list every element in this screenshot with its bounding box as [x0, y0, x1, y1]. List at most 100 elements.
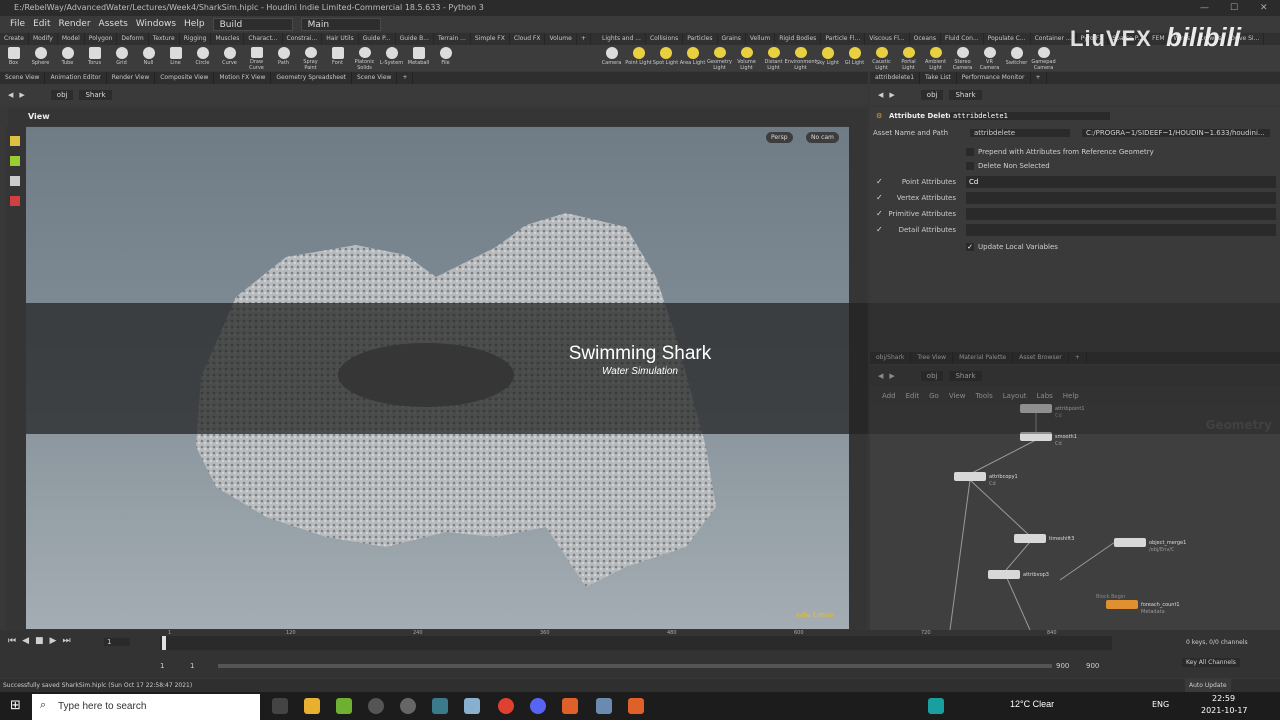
- shelf-tab[interactable]: Simple FX: [471, 33, 510, 45]
- shelf-tool-button[interactable]: Metaball: [405, 45, 432, 71]
- shelf-tool-button[interactable]: Font: [324, 45, 351, 71]
- rotate-tool-icon[interactable]: [10, 176, 20, 186]
- shelf-tab[interactable]: Guide P...: [359, 33, 396, 45]
- language-indicator[interactable]: ENG: [1152, 700, 1169, 709]
- shelf-tool-button[interactable]: Geometry Light: [706, 45, 733, 71]
- playback-end-field[interactable]: 900: [1056, 662, 1069, 670]
- shelf-tab[interactable]: Guide B...: [396, 33, 434, 45]
- shelf-tab[interactable]: Particle Fl...: [821, 33, 866, 45]
- attribute-pattern-field[interactable]: [966, 192, 1276, 204]
- path-node[interactable]: Shark: [79, 90, 112, 100]
- shelf-tab[interactable]: Muscles: [211, 33, 245, 45]
- task-view-icon[interactable]: [272, 698, 288, 714]
- shelf-tool-button[interactable]: Box: [0, 45, 27, 71]
- clock-time[interactable]: 22:59: [1212, 694, 1235, 703]
- shelf-tool-button[interactable]: Spot Light: [652, 45, 679, 71]
- network-node[interactable]: attribvop3: [988, 570, 1049, 585]
- pane-tab[interactable]: attribdelete1: [870, 72, 921, 84]
- asset-path-field[interactable]: C:/PROGRA~1/SIDEEF~1/HOUDIN~1.633/houdin…: [1082, 129, 1270, 137]
- current-frame-field[interactable]: 1: [104, 638, 130, 646]
- shelf-tab[interactable]: Deform: [117, 33, 149, 45]
- discord-icon[interactable]: [530, 698, 546, 714]
- app-icon[interactable]: [400, 698, 416, 714]
- shelf-tool-button[interactable]: Gamepad Camera: [1030, 45, 1057, 71]
- jump-start-icon[interactable]: ⏮: [8, 636, 16, 646]
- network-node[interactable]: object_merge1/obj/Env/C: [1114, 538, 1186, 553]
- scale-tool-icon[interactable]: [10, 196, 20, 206]
- build-desktop-button[interactable]: Build: [212, 17, 293, 31]
- camera-menu[interactable]: No cam: [806, 132, 839, 143]
- houdini-icon[interactable]: [628, 698, 644, 714]
- path-root[interactable]: obj: [50, 90, 74, 100]
- shelf-tool-button[interactable]: Sky Light: [814, 45, 841, 71]
- pane-tab[interactable]: Scene View: [352, 72, 398, 84]
- playback-start-field[interactable]: 1: [190, 662, 194, 670]
- shelf-tool-button[interactable]: VR Camera: [976, 45, 1003, 71]
- file-explorer-icon[interactable]: [304, 698, 320, 714]
- forward-arrow-icon[interactable]: ▶: [19, 91, 24, 99]
- shelf-tab[interactable]: Cloud FX: [510, 33, 546, 45]
- pane-tab[interactable]: Composite View: [155, 72, 215, 84]
- app-icon[interactable]: [596, 698, 612, 714]
- network-canvas[interactable]: Geometry attribpoint1 Cd smooth1 Cd attribco…: [870, 404, 1280, 630]
- shelf-tool-button[interactable]: Stereo Camera: [949, 45, 976, 71]
- shelf-tab[interactable]: Populate C...: [984, 33, 1031, 45]
- select-tool-icon[interactable]: [10, 136, 20, 146]
- shelf-tool-button[interactable]: Line: [162, 45, 189, 71]
- shelf-tab[interactable]: Fluid Con...: [941, 33, 984, 45]
- shelf-tab[interactable]: Volume: [545, 33, 577, 45]
- weather-label[interactable]: 12°C Clear: [1010, 699, 1054, 709]
- back-arrow-icon[interactable]: ◀: [878, 91, 883, 99]
- menu-render[interactable]: Render: [59, 19, 91, 29]
- play-icon[interactable]: ▶: [50, 636, 57, 646]
- obs-icon[interactable]: [368, 698, 384, 714]
- clock-date[interactable]: 2021-10-17: [1201, 706, 1248, 715]
- houdini-icon[interactable]: [562, 698, 578, 714]
- shelf-tool-button[interactable]: L-System: [378, 45, 405, 71]
- pane-tab[interactable]: +: [397, 72, 414, 84]
- shelf-tool-button[interactable]: File: [432, 45, 459, 71]
- maximize-icon[interactable]: ☐: [1230, 0, 1238, 16]
- range-end-field[interactable]: 900: [1086, 662, 1099, 670]
- shelf-tool-button[interactable]: Point Light: [625, 45, 652, 71]
- menu-file[interactable]: File: [10, 19, 25, 29]
- shelf-tool-button[interactable]: Curve: [216, 45, 243, 71]
- shelf-tool-button[interactable]: Area Light: [679, 45, 706, 71]
- windows-start-icon[interactable]: ⊞: [10, 698, 21, 713]
- shelf-tab[interactable]: Model: [58, 33, 85, 45]
- nvidia-icon[interactable]: [336, 698, 352, 714]
- playhead[interactable]: [162, 636, 166, 650]
- app-icon[interactable]: [432, 698, 448, 714]
- shelf-tab[interactable]: Modify: [29, 33, 58, 45]
- pane-tab[interactable]: Geometry Spreadsheet: [271, 72, 352, 84]
- shelf-tool-button[interactable]: Tube: [54, 45, 81, 71]
- update-local-toggle[interactable]: ✓ Update Local Variables: [966, 243, 1058, 251]
- shelf-tool-button[interactable]: Path: [270, 45, 297, 71]
- shelf-tab[interactable]: Lights and ...: [598, 33, 646, 45]
- range-slider[interactable]: [218, 664, 1052, 668]
- menu-windows[interactable]: Windows: [136, 19, 176, 29]
- jump-end-icon[interactable]: ⏭: [62, 636, 70, 646]
- shelf-tool-button[interactable]: Sphere: [27, 45, 54, 71]
- shelf-tool-button[interactable]: Draw Curve: [243, 45, 270, 71]
- network-node[interactable]: smooth1 Cd: [1020, 432, 1077, 447]
- taskbar-search-input[interactable]: Type here to search: [32, 694, 260, 720]
- attribute-pattern-field[interactable]: Cd: [966, 176, 1276, 188]
- shelf-tab[interactable]: Terrain ...: [434, 33, 471, 45]
- network-node[interactable]: attribcopy1 Cd: [954, 472, 1018, 487]
- shelf-tab[interactable]: Constrai...: [283, 33, 323, 45]
- app-icon[interactable]: [928, 698, 944, 714]
- shelf-tool-button[interactable]: Spray Paint: [297, 45, 324, 71]
- shelf-tool-button[interactable]: Platonic Solids: [351, 45, 378, 71]
- shelf-tab[interactable]: Create: [0, 33, 29, 45]
- path-node[interactable]: Shark: [949, 90, 982, 100]
- minimize-icon[interactable]: —: [1200, 0, 1209, 16]
- pane-tab[interactable]: Render View: [107, 72, 156, 84]
- shelf-tab[interactable]: Hair Utils: [322, 33, 359, 45]
- shelf-tab[interactable]: Collisions: [646, 33, 684, 45]
- stop-icon[interactable]: ■: [35, 636, 44, 646]
- network-node[interactable]: timeshift3: [1014, 534, 1074, 549]
- shelf-tab[interactable]: Charact...: [244, 33, 283, 45]
- shelf-tab[interactable]: Rigging: [180, 33, 212, 45]
- shelf-tab[interactable]: Oceans: [910, 33, 941, 45]
